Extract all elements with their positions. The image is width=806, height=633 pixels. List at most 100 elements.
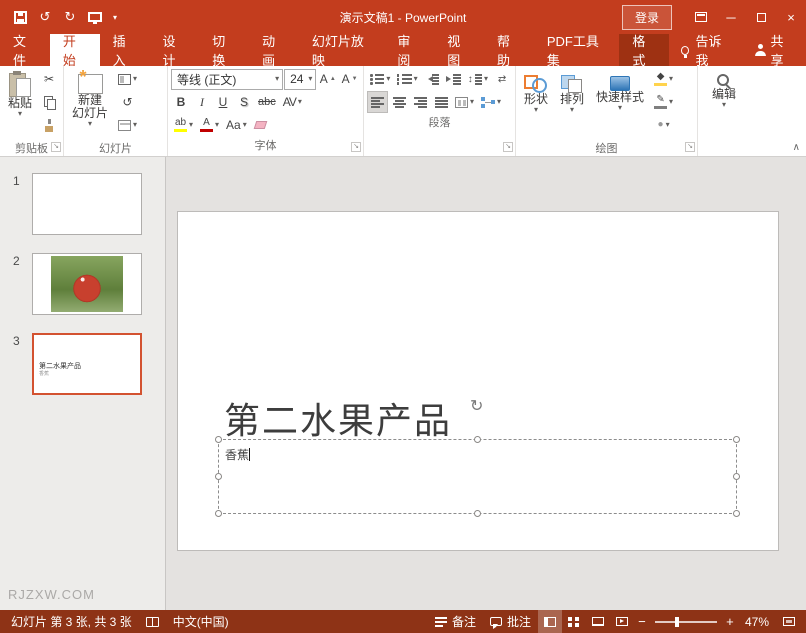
tab-slide-show[interactable]: 幻灯片放映: [299, 34, 385, 66]
justify-button[interactable]: [431, 91, 451, 113]
selection-handle[interactable]: [733, 473, 740, 480]
align-right-button[interactable]: [410, 91, 430, 113]
copy-button[interactable]: [39, 91, 59, 113]
zoom-out-button[interactable]: −: [634, 614, 650, 629]
text-shadow-button[interactable]: S: [234, 91, 254, 113]
font-size-combo[interactable]: 24 ▾: [284, 69, 316, 90]
slide-thumbnail-3[interactable]: 3 第二水果产品 香蕉: [0, 333, 165, 395]
slide-thumbnail-1[interactable]: 1: [0, 173, 165, 235]
selection-handle[interactable]: [733, 510, 740, 517]
grow-font-button[interactable]: A▲: [317, 68, 338, 90]
tab-animations[interactable]: 动画: [249, 34, 299, 66]
minimize-button[interactable]: ─: [716, 0, 746, 34]
comments-button[interactable]: 批注: [483, 610, 538, 633]
normal-view-button[interactable]: [538, 610, 562, 633]
text-direction-button[interactable]: ⇄: [492, 68, 512, 90]
clear-formatting-button[interactable]: [251, 114, 271, 136]
slide-2-preview[interactable]: [32, 253, 142, 315]
section-button[interactable]: ▾: [115, 114, 140, 136]
text-highlight-color-button[interactable]: ab ▾: [171, 114, 196, 136]
cut-button[interactable]: ✂: [39, 68, 59, 90]
slide-3-preview[interactable]: 第二水果产品 香蕉: [32, 333, 142, 395]
selection-handle[interactable]: [215, 510, 222, 517]
language-button[interactable]: 中文(中国): [166, 610, 236, 633]
convert-to-smartart-button[interactable]: ▾: [478, 91, 504, 113]
zoom-in-button[interactable]: +: [722, 614, 738, 629]
shape-outline-button[interactable]: ✎▾: [651, 91, 676, 113]
line-spacing-button[interactable]: ↕▾: [465, 68, 491, 90]
selection-handle[interactable]: [474, 436, 481, 443]
clipboard-dialog-launcher[interactable]: ↘: [51, 142, 61, 152]
slide-indicator[interactable]: 幻灯片 第 3 张, 共 3 张: [4, 610, 139, 633]
zoom-slider[interactable]: [655, 621, 717, 623]
tab-file[interactable]: 文件: [0, 34, 50, 66]
start-slideshow-button[interactable]: [83, 4, 107, 30]
format-painter-button[interactable]: [39, 114, 59, 136]
tab-view[interactable]: 视图: [434, 34, 484, 66]
selection-handle[interactable]: [733, 436, 740, 443]
tab-review[interactable]: 审阅: [384, 34, 434, 66]
tab-format[interactable]: 格式: [619, 34, 669, 66]
columns-button[interactable]: ▾: [452, 91, 477, 113]
increase-indent-button[interactable]: [443, 68, 464, 90]
tab-home[interactable]: 开始: [50, 34, 100, 66]
font-dialog-launcher[interactable]: ↘: [351, 142, 361, 152]
selected-text-box[interactable]: 香蕉: [218, 439, 737, 514]
spell-check-button[interactable]: [139, 610, 166, 633]
maximize-button[interactable]: [746, 0, 776, 34]
bullets-button[interactable]: ▾: [367, 68, 393, 90]
share-button[interactable]: 共享: [743, 34, 806, 66]
quick-styles-button[interactable]: 快速样式 ▾: [591, 68, 649, 113]
shape-fill-button[interactable]: ◆▾: [651, 68, 676, 90]
collapse-ribbon-button[interactable]: ∧: [793, 142, 800, 153]
font-color-button[interactable]: A ▾: [197, 114, 222, 136]
undo-button[interactable]: ↺: [33, 4, 57, 30]
editing-button[interactable]: 编辑 ▾: [707, 68, 741, 110]
shapes-button[interactable]: 形状 ▾: [519, 68, 553, 115]
tell-me-button[interactable]: 告诉我: [669, 34, 742, 66]
italic-button[interactable]: I: [192, 91, 212, 113]
slide-1-preview[interactable]: [32, 173, 142, 235]
sign-in-button[interactable]: 登录: [622, 5, 672, 30]
drawing-dialog-launcher[interactable]: ↘: [685, 142, 695, 152]
tab-insert[interactable]: 插入: [100, 34, 150, 66]
reset-slide-button[interactable]: ↺: [115, 91, 140, 113]
text-box-content[interactable]: 香蕉: [225, 446, 250, 463]
font-name-combo[interactable]: 等线 (正文) ▾: [171, 69, 283, 90]
zoom-slider-thumb[interactable]: [675, 617, 679, 627]
tab-help[interactable]: 帮助: [484, 34, 534, 66]
decrease-indent-button[interactable]: [422, 68, 443, 90]
ribbon-display-options-button[interactable]: [686, 0, 716, 34]
reading-view-button[interactable]: [586, 610, 610, 633]
change-case-button[interactable]: Aa▾: [223, 114, 250, 136]
slide-layout-button[interactable]: ▾: [115, 68, 140, 90]
numbering-button[interactable]: ▾: [394, 68, 420, 90]
tab-pdf-tools[interactable]: PDF工具集: [534, 34, 620, 66]
strikethrough-button[interactable]: abc: [255, 91, 279, 113]
shape-effects-button[interactable]: ●▾: [651, 114, 676, 136]
slide-show-view-button[interactable]: [610, 610, 634, 633]
selection-handle[interactable]: [474, 510, 481, 517]
underline-button[interactable]: U: [213, 91, 233, 113]
paste-button[interactable]: 粘贴 ▾: [3, 68, 37, 119]
redo-button[interactable]: ↻: [58, 4, 82, 30]
slide-sorter-view-button[interactable]: [562, 610, 586, 633]
rotate-handle-icon[interactable]: ↻: [470, 396, 483, 416]
bold-button[interactable]: B: [171, 91, 191, 113]
notes-button[interactable]: 备注: [428, 610, 483, 633]
align-center-button[interactable]: [389, 91, 409, 113]
customize-qat-button[interactable]: ▾: [108, 4, 122, 30]
slide-editing-surface[interactable]: 第二水果产品 ↻ 香蕉: [178, 212, 778, 550]
selection-handle[interactable]: [215, 436, 222, 443]
slide-title-text[interactable]: 第二水果产品: [224, 392, 452, 444]
shrink-font-button[interactable]: A▼: [339, 68, 360, 90]
character-spacing-button[interactable]: AV▾: [280, 91, 305, 113]
fit-slide-to-window-button[interactable]: [776, 610, 802, 633]
arrange-button[interactable]: 排列 ▾: [555, 68, 589, 115]
align-left-button[interactable]: [367, 91, 388, 113]
close-button[interactable]: ×: [776, 0, 806, 34]
zoom-percent[interactable]: 47%: [738, 610, 776, 633]
tab-design[interactable]: 设计: [149, 34, 199, 66]
new-slide-button[interactable]: 新建 幻灯片 ▾: [67, 68, 113, 129]
slide-thumbnail-2[interactable]: 2: [0, 253, 165, 315]
